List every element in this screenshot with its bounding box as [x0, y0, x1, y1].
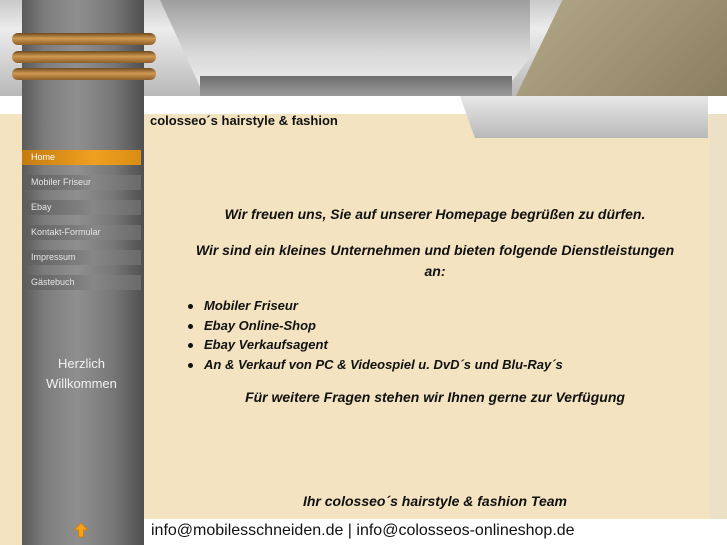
nav-item-mobiler-friseur[interactable]: Mobiler Friseur — [22, 175, 141, 190]
up-arrow-icon[interactable] — [73, 522, 89, 543]
nav-item-gaestebuch[interactable]: Gästebuch — [22, 275, 141, 290]
intro-line-1: Wir sind ein kleines Unternehmen und bie… — [195, 242, 675, 258]
header-metal-shadow — [200, 76, 512, 96]
nav-item-impressum[interactable]: Impressum — [22, 250, 141, 265]
intro-line-2: an: — [424, 263, 446, 279]
decorative-bronze-bar — [12, 51, 156, 63]
decorative-bronze-bar — [12, 68, 156, 80]
services-list: Mobiler Friseur Ebay Online-Shop Ebay Ve… — [188, 296, 563, 374]
service-item: Ebay Online-Shop — [188, 316, 563, 336]
questions-text: Für weitere Fragen stehen wir Ihnen gern… — [245, 389, 625, 405]
signature-text: Ihr colosseo´s hairstyle & fashion Team — [302, 493, 567, 509]
greeting-text: Wir freuen uns, Sie auf unserer Homepage… — [224, 206, 646, 222]
welcome-line-2: Willkommen — [46, 376, 117, 391]
footer-contact-emails[interactable]: info@mobilesschneiden.de | info@colosseo… — [151, 522, 575, 540]
intro-text: Wir sind ein kleines Unternehmen und bie… — [150, 240, 720, 282]
nav-item-ebay[interactable]: Ebay — [22, 200, 141, 215]
service-item: Ebay Verkaufsagent — [188, 335, 563, 355]
decorative-corner-wedge — [460, 96, 708, 138]
decorative-bronze-bar — [12, 33, 156, 45]
service-item: An & Verkauf von PC & Videospiel u. DvD´… — [188, 355, 563, 375]
service-item: Mobiler Friseur — [188, 296, 563, 316]
sidebar-column — [12, 0, 156, 545]
welcome-line-1: Herzlich — [58, 356, 105, 371]
nav-item-kontakt-formular[interactable]: Kontakt-Formular — [22, 225, 141, 240]
site-title: colosseo´s hairstyle & fashion — [150, 113, 338, 128]
sidebar-left-edge — [0, 114, 22, 545]
nav-item-home[interactable]: Home — [22, 150, 141, 165]
content-right-border — [710, 114, 727, 545]
welcome-message: Herzlich Willkommen — [22, 354, 141, 394]
